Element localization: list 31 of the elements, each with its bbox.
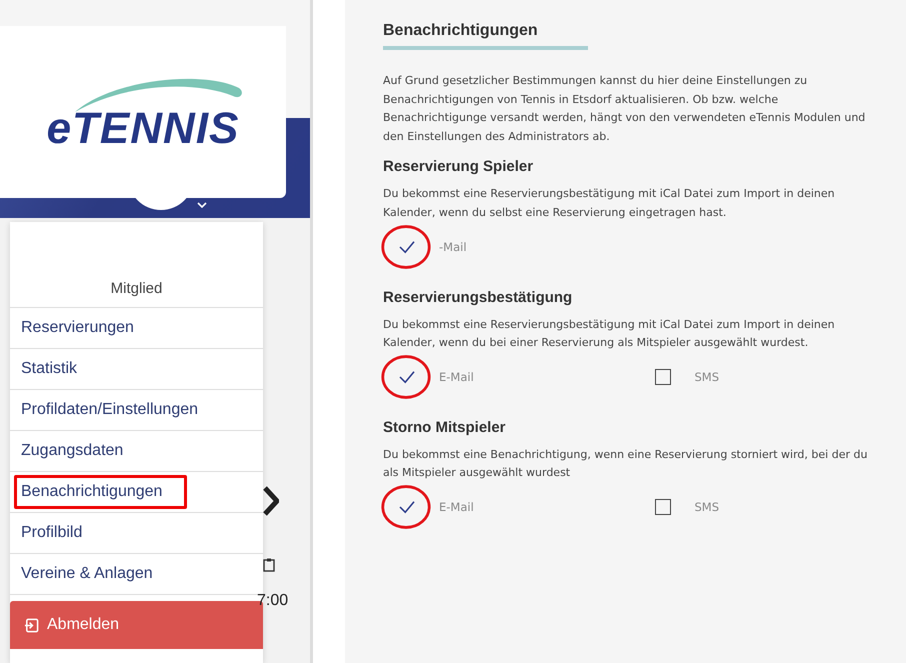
intro-text: Auf Grund gesetzlicher Bestimmungen kannst du hier deine Einstellungen zu Benachrichtigungen von Tennis in Etsdorf aktualisieren. Ob bzw. welche Benachrichtigunge versandt werden, hängt von den verwendeten eTennis Modulen und den Einstellungen des Administrators ab. <box>383 73 866 145</box>
logout-icon <box>24 618 39 632</box>
chevron-right-icon <box>263 486 279 516</box>
checkbox[interactable] <box>398 370 416 384</box>
section-title: Reservierungsbestätigung <box>383 288 574 306</box>
section-title: Reservierung Spieler <box>383 158 534 176</box>
option-label: E-Mail <box>439 370 474 384</box>
option-label: E-Mail <box>439 500 474 514</box>
chevron-down-icon[interactable] <box>197 202 207 208</box>
checkbox[interactable] <box>398 240 416 254</box>
menu-item[interactable]: Profilbild <box>14 516 259 550</box>
option-label: SMS <box>694 500 720 514</box>
section-description: Du bekommst eine Reservierungsbestätigung mit iCal Datei zum Import in deinen Kalender, wenn du selbst eine Reservierung eingetragen hast. <box>383 186 836 221</box>
menu-item[interactable]: Reservierungen <box>14 311 259 345</box>
menu-item[interactable]: Zugangsdaten <box>14 434 259 468</box>
menu-item[interactable]: Benachrichtigungen <box>14 475 188 509</box>
option-label: -Mail <box>439 240 467 254</box>
menu-item[interactable]: Statistik <box>14 352 259 386</box>
logo-text: eTENNIS <box>46 104 240 154</box>
section-title: Storno Mitspieler <box>383 418 507 436</box>
option-label: SMS <box>694 370 720 384</box>
section-description: Du bekommst eine Reservierungsbestätigung mit iCal Datei zum Import in deinen Kalender, wenn du bei einer Reservierung als Mitspieler ausgewählt wurdest. <box>383 316 836 352</box>
checkbox[interactable] <box>654 498 670 515</box>
checkbox[interactable] <box>654 368 670 385</box>
checkbox[interactable] <box>398 500 416 514</box>
clipboard-icon <box>263 558 275 572</box>
menu-heading: Mitglied <box>10 222 263 308</box>
section-description: Du bekommst eine Benachrichtigung, wenn eine Reservierung storniert wird, bei der du als Mitspieler ausgewählt wurdest <box>383 446 868 482</box>
page-title: Benachrichtigungen <box>383 22 588 50</box>
menu-item[interactable]: Vereine & Anlagen <box>14 557 259 591</box>
menu-item[interactable]: Profildaten/Einstellungen <box>14 393 259 427</box>
